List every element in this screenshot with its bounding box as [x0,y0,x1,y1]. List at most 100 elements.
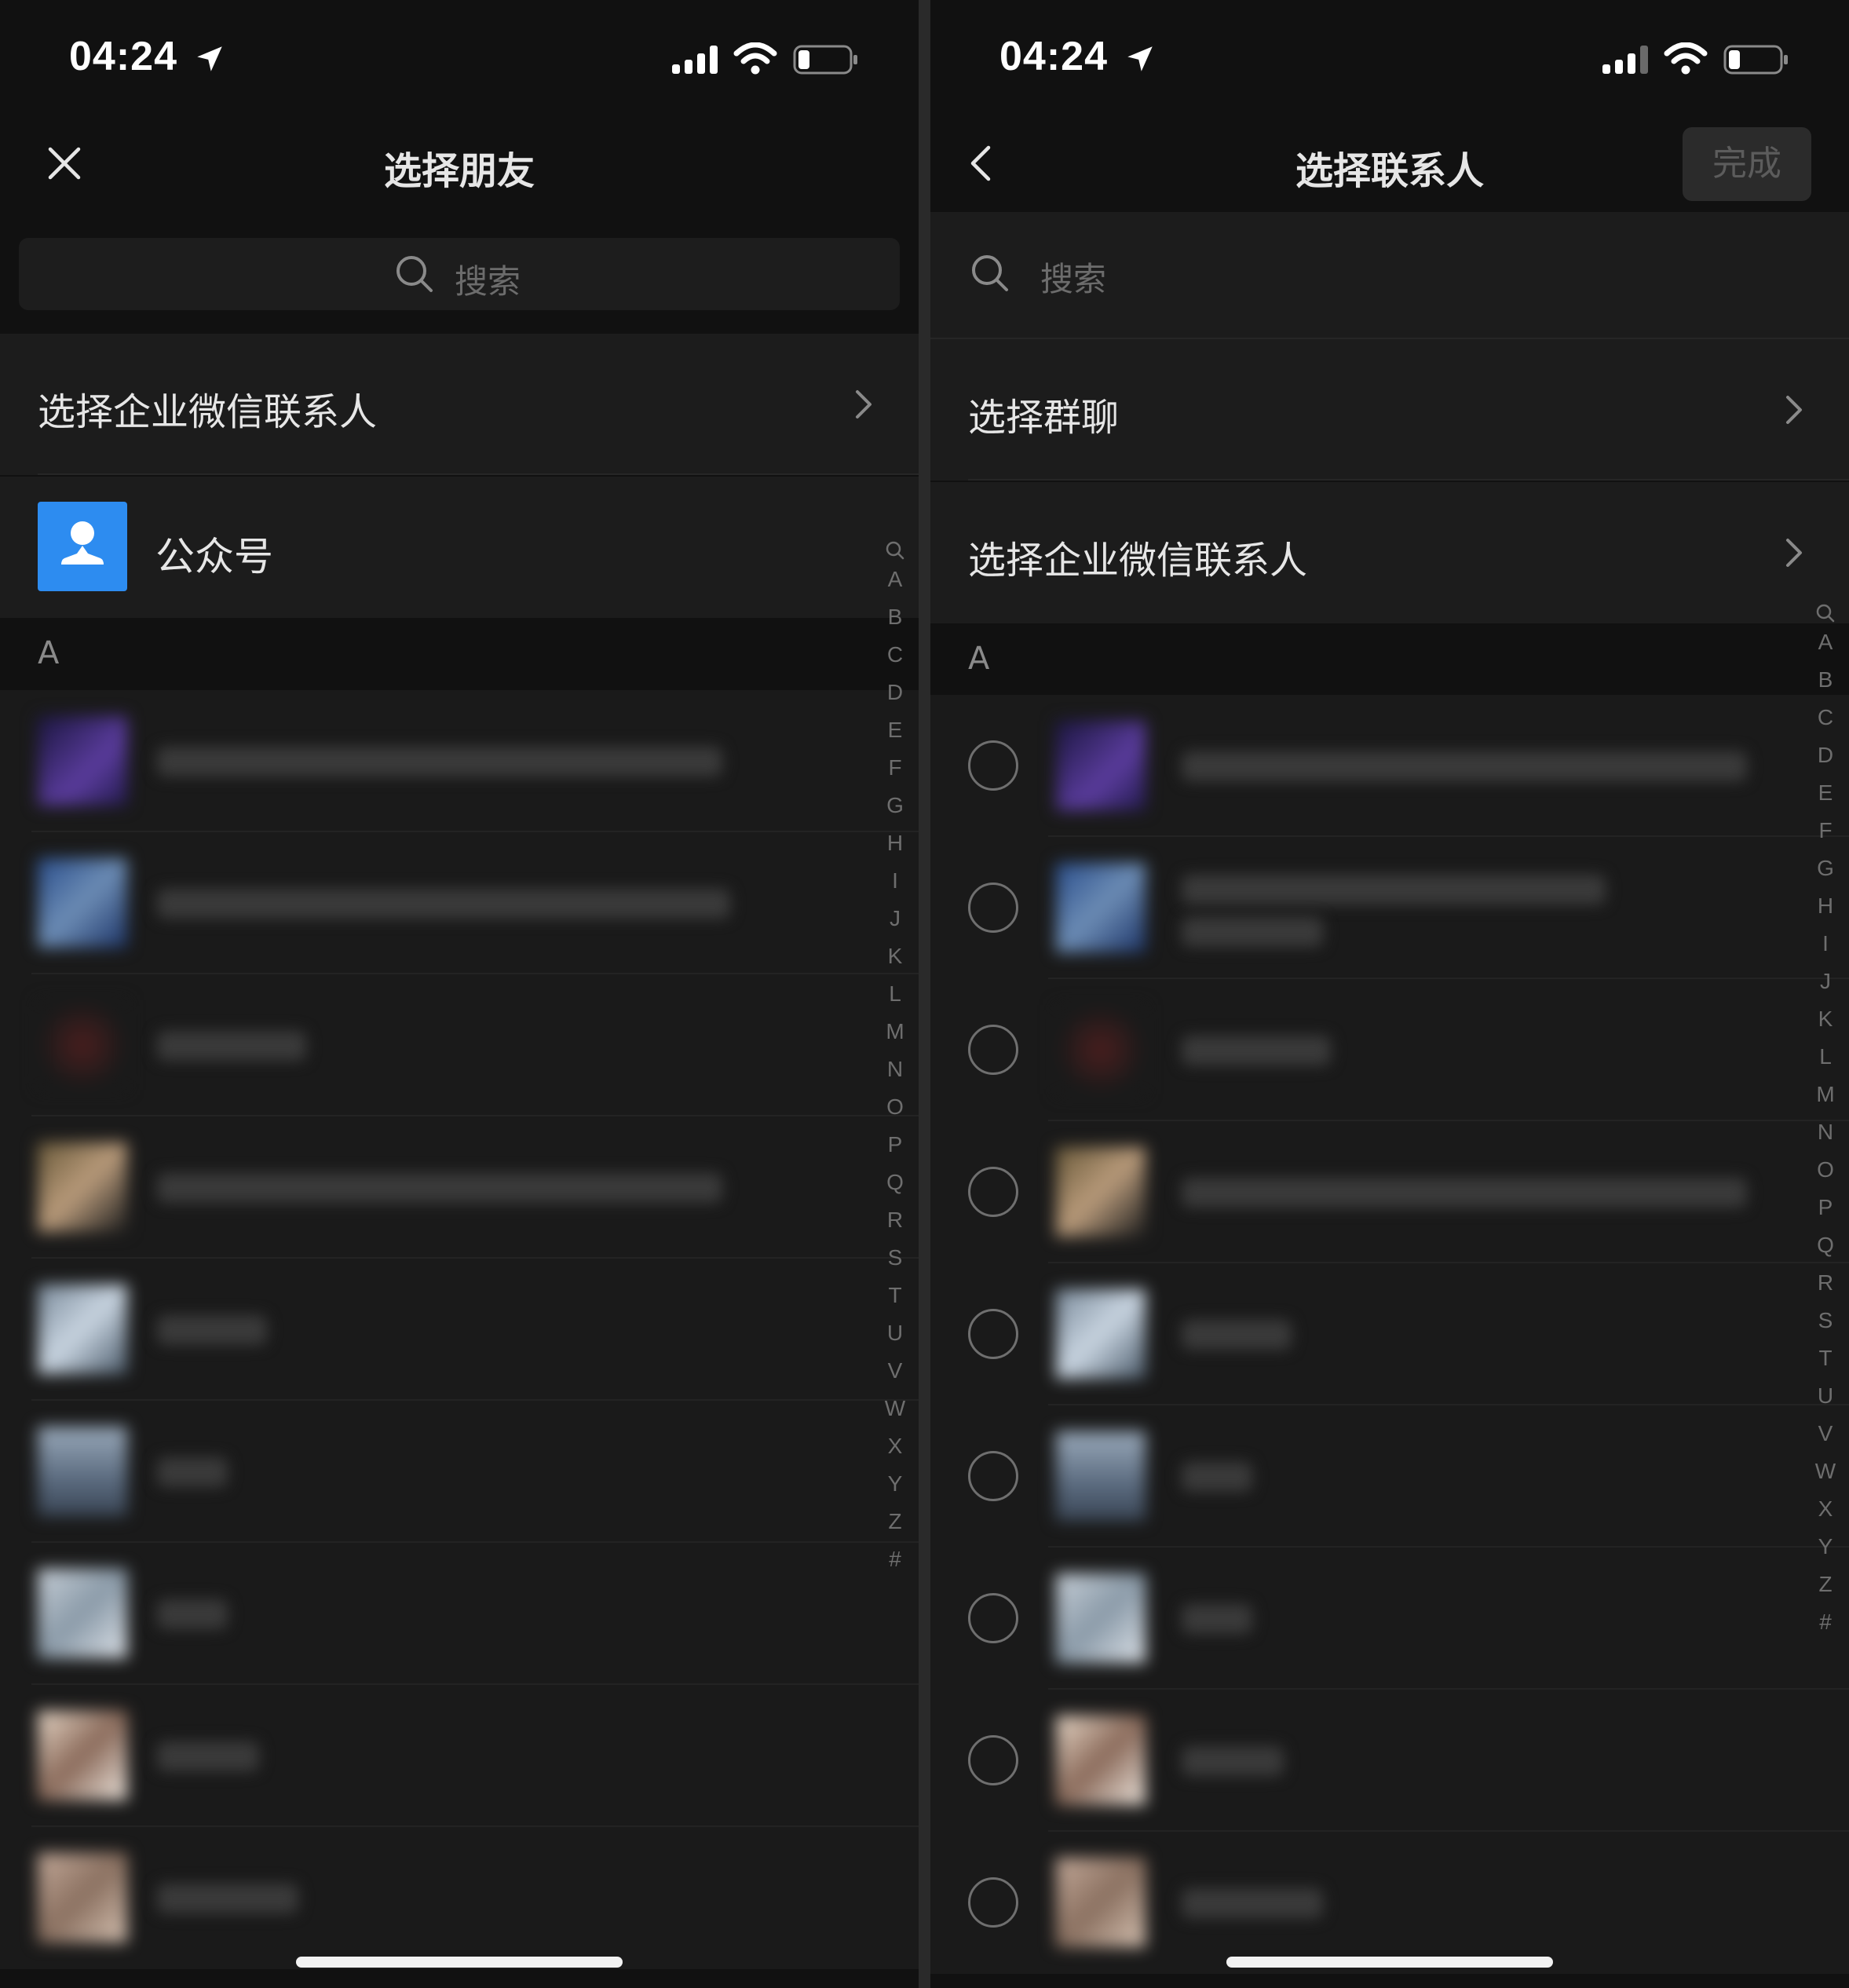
index-letter[interactable]: Y [1810,1528,1841,1566]
index-letter[interactable]: Z [1810,1566,1841,1603]
alphabet-index[interactable]: A B C D E F G H I J K L M N O P Q R S T U V W X Y Z # [1810,603,1841,1641]
index-letter[interactable]: O [1810,1151,1841,1189]
index-letter[interactable]: I [879,862,911,900]
index-letter[interactable]: # [879,1540,911,1578]
index-letter[interactable]: G [1810,850,1841,887]
contact-row[interactable] [930,837,1849,979]
index-letter[interactable]: D [1810,736,1841,774]
index-letter[interactable]: A [879,561,911,598]
select-radio[interactable] [968,1451,1018,1501]
index-letter[interactable]: W [1810,1453,1841,1490]
index-letter[interactable]: R [879,1201,911,1239]
index-letter[interactable]: N [1810,1113,1841,1151]
contact-row[interactable] [930,1121,1849,1263]
index-letter[interactable]: B [1810,661,1841,699]
avatar [1056,1716,1146,1805]
index-letter[interactable]: E [1810,774,1841,812]
index-letter[interactable]: H [879,824,911,862]
index-letter[interactable]: N [879,1051,911,1088]
home-indicator[interactable] [296,1957,623,1968]
index-letter[interactable]: F [1810,812,1841,850]
menu-item-enterprise-contacts[interactable]: 选择企业微信联系人 [930,482,1849,623]
done-button[interactable]: 完成 [1683,127,1811,201]
index-letter[interactable]: X [879,1427,911,1465]
index-letter[interactable]: X [1810,1490,1841,1528]
index-letter[interactable]: B [879,598,911,636]
index-letter[interactable]: E [879,711,911,749]
home-indicator[interactable] [1226,1957,1553,1968]
select-radio[interactable] [968,1309,1018,1359]
search-placeholder: 搜索 [455,262,521,301]
contact-row[interactable] [0,1827,919,1969]
index-letter[interactable]: S [879,1239,911,1277]
contact-row[interactable] [0,1116,919,1259]
index-letter[interactable]: J [879,900,911,937]
menu-item-group-chat[interactable]: 选择群聊 [930,339,1849,481]
index-letter[interactable]: C [1810,699,1841,736]
search-icon[interactable] [1815,603,1836,623]
index-letter[interactable]: J [1810,963,1841,1000]
search-icon[interactable] [885,540,905,561]
index-letter[interactable]: F [879,749,911,787]
select-radio[interactable] [968,1167,1018,1217]
menu-item-enterprise-contacts[interactable]: 选择企业微信联系人 [0,334,919,475]
select-radio[interactable] [968,1025,1018,1075]
official-accounts-item[interactable]: 公众号 [0,477,919,618]
index-letter[interactable]: D [879,674,911,711]
index-letter[interactable]: A [1810,623,1841,661]
index-letter[interactable]: R [1810,1264,1841,1302]
index-letter[interactable]: T [879,1277,911,1314]
index-letter[interactable]: I [1810,925,1841,963]
index-letter[interactable]: U [879,1314,911,1352]
index-letter[interactable]: L [879,975,911,1013]
index-letter[interactable]: M [1810,1076,1841,1113]
contact-row[interactable] [930,979,1849,1121]
index-letter[interactable]: Y [879,1465,911,1503]
index-letter[interactable]: W [879,1390,911,1427]
index-letter[interactable]: T [1810,1339,1841,1377]
index-letter[interactable]: V [1810,1415,1841,1453]
index-letter[interactable]: Q [879,1164,911,1201]
contact-row[interactable] [930,1690,1849,1832]
contact-row[interactable] [0,1685,919,1827]
contact-row[interactable] [0,1543,919,1685]
select-radio[interactable] [968,883,1018,933]
avatar [1056,863,1146,952]
index-letter[interactable]: P [1810,1189,1841,1226]
contact-row[interactable] [930,1263,1849,1405]
index-letter[interactable]: Q [1810,1226,1841,1264]
index-letter[interactable]: K [879,937,911,975]
index-letter[interactable]: # [1810,1603,1841,1641]
index-letter[interactable]: Z [879,1503,911,1540]
contact-row[interactable] [930,1405,1849,1548]
index-letter[interactable]: O [879,1088,911,1126]
contact-row[interactable] [0,832,919,974]
search-input[interactable]: 搜索 [19,238,900,310]
index-letter[interactable]: H [1810,887,1841,925]
select-radio[interactable] [968,1593,1018,1643]
contact-row[interactable] [930,1832,1849,1974]
index-letter[interactable]: S [1810,1302,1841,1339]
contact-row[interactable] [930,1548,1849,1690]
section-letter: A [38,635,60,671]
contact-row[interactable] [930,695,1849,837]
index-letter[interactable]: P [879,1126,911,1164]
index-letter[interactable]: K [1810,1000,1841,1038]
select-radio[interactable] [968,1735,1018,1785]
search-input[interactable]: 搜索 [930,212,1849,339]
contact-row[interactable] [0,974,919,1116]
index-letter[interactable]: C [879,636,911,674]
contact-row[interactable] [0,1259,919,1401]
contact-row[interactable] [0,1401,919,1543]
index-letter[interactable]: M [879,1013,911,1051]
index-letter[interactable]: U [1810,1377,1841,1415]
index-letter[interactable]: G [879,787,911,824]
index-letter[interactable]: V [879,1352,911,1390]
official-accounts-avatar [38,502,127,591]
select-radio[interactable] [968,740,1018,791]
index-letter[interactable]: L [1810,1038,1841,1076]
wifi-icon [1664,42,1708,75]
contact-row[interactable] [0,690,919,832]
alphabet-index[interactable]: A B C D E F G H I J K L M N O P Q R S T U V W X Y Z # [879,540,911,1578]
select-radio[interactable] [968,1877,1018,1928]
